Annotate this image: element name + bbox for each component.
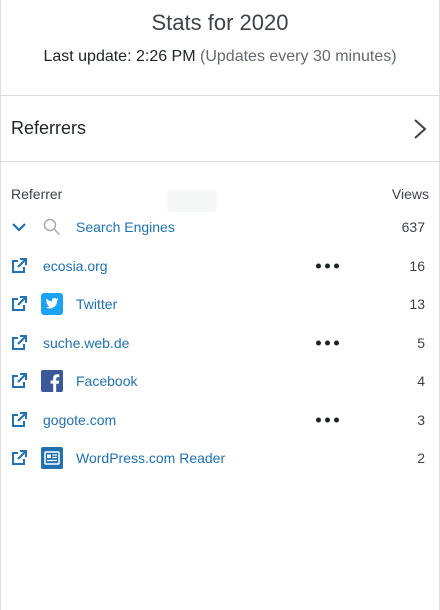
stats-panel: Stats for 2020 Last update: 2:26 PM (Upd… xyxy=(0,0,440,610)
referrer-views: 2 xyxy=(417,450,425,467)
more-actions-icon[interactable] xyxy=(316,336,339,349)
table-row[interactable]: Search Engines 637 xyxy=(1,208,439,247)
external-link-icon[interactable] xyxy=(11,334,27,351)
search-icon xyxy=(41,216,63,238)
referrer-views: 16 xyxy=(409,257,425,274)
last-update-label: Last update: 2:26 PM xyxy=(43,48,196,65)
update-frequency-note: (Updates every 30 minutes) xyxy=(200,48,397,65)
referrer-name[interactable]: Facebook xyxy=(76,373,137,389)
table-header: Referrer Views xyxy=(1,183,439,205)
referrer-name[interactable]: Twitter xyxy=(76,296,117,312)
referrer-views: 4 xyxy=(417,373,425,390)
referrer-views: 13 xyxy=(409,296,425,313)
chevron-right-icon xyxy=(413,118,427,140)
views-column-header: Views xyxy=(391,186,429,202)
table-row[interactable]: ecosia.org 16 xyxy=(1,247,439,286)
referrers-nav-label: Referrers xyxy=(11,118,87,138)
external-link-icon[interactable] xyxy=(11,373,27,389)
referrer-name[interactable]: Search Engines xyxy=(76,219,175,235)
table-row[interactable]: WordPress.com Reader 2 xyxy=(1,439,439,478)
stats-header: Stats for 2020 Last update: 2:26 PM (Upd… xyxy=(1,0,439,96)
table-row[interactable]: suche.web.de 5 xyxy=(1,324,439,363)
referrer-name[interactable]: gogote.com xyxy=(43,412,116,428)
referrer-list: Search Engines 637 ecosia.org 16 Twitter… xyxy=(1,208,439,478)
more-actions-icon[interactable] xyxy=(316,259,339,272)
referrer-name[interactable]: suche.web.de xyxy=(43,335,129,351)
referrers-nav-row[interactable]: Referrers xyxy=(1,96,439,162)
external-link-icon[interactable] xyxy=(11,450,27,466)
wordpress-reader-icon xyxy=(41,447,63,470)
external-link-icon[interactable] xyxy=(11,296,27,312)
last-update-text: Last update: 2:26 PM (Updates every 30 m… xyxy=(1,48,439,66)
external-link-icon[interactable] xyxy=(11,257,27,274)
external-link-icon[interactable] xyxy=(11,411,27,428)
referrer-views: 3 xyxy=(417,411,425,428)
referrer-views: 637 xyxy=(401,219,425,236)
table-row[interactable]: gogote.com 3 xyxy=(1,401,439,440)
table-row[interactable]: Twitter 13 xyxy=(1,285,439,324)
referrer-name[interactable]: WordPress.com Reader xyxy=(76,450,225,466)
referrer-views: 5 xyxy=(417,334,425,351)
referrer-column-header: Referrer xyxy=(11,186,63,202)
facebook-icon xyxy=(41,370,63,393)
table-row[interactable]: Facebook 4 xyxy=(1,362,439,401)
twitter-icon xyxy=(41,293,63,316)
chevron-down-icon[interactable] xyxy=(11,219,27,235)
page-title: Stats for 2020 xyxy=(151,10,289,35)
referrer-name[interactable]: ecosia.org xyxy=(43,258,108,274)
more-actions-icon[interactable] xyxy=(316,413,339,426)
